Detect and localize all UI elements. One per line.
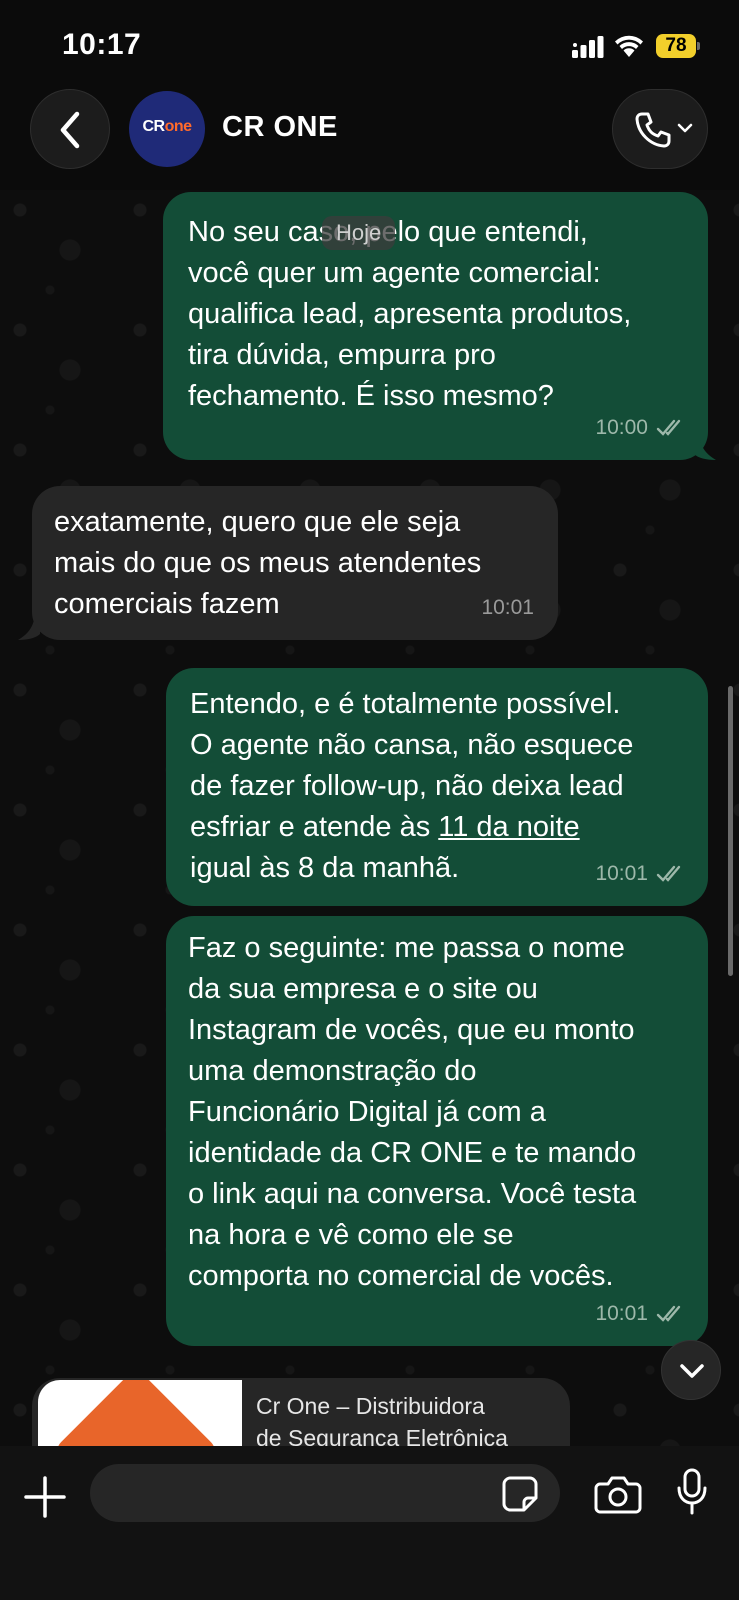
- message-time: 10:01: [595, 862, 648, 885]
- battery-icon: 78: [656, 34, 700, 58]
- date-separator: Hoje: [322, 216, 396, 250]
- scroll-to-bottom-button[interactable]: [661, 1340, 721, 1400]
- double-check-icon: [656, 419, 681, 436]
- message-input-bar: [0, 1446, 739, 1600]
- microphone-icon[interactable]: [676, 1468, 708, 1516]
- contact-avatar[interactable]: CRone: [129, 91, 205, 167]
- bubble-tail: [694, 440, 716, 460]
- chat-header: CRone CR ONE: [0, 85, 739, 185]
- double-check-icon: [656, 865, 681, 882]
- message-bubble-outgoing[interactable]: No seu caso, pelo que entendi, você quer…: [163, 192, 708, 460]
- signal-icon: [572, 36, 604, 58]
- message-text: exatamente, quero que ele seja mais do q…: [54, 506, 482, 620]
- sticker-icon[interactable]: [500, 1474, 540, 1514]
- message-text: No seu caso, pelo que entendi, você quer…: [188, 216, 632, 412]
- message-input[interactable]: [90, 1464, 560, 1522]
- camera-icon[interactable]: [594, 1474, 642, 1514]
- battery-percent: 78: [665, 35, 687, 56]
- message-time: 10:01: [595, 1302, 648, 1325]
- contact-name[interactable]: CR ONE: [222, 111, 338, 144]
- chevron-left-icon: [60, 111, 80, 149]
- message-text: Faz o seguinte: me passa o nome da sua e…: [188, 932, 637, 1292]
- wifi-icon: [615, 35, 643, 57]
- phone-icon: [635, 112, 671, 148]
- scrollbar[interactable]: [728, 686, 733, 976]
- message-bubble-incoming[interactable]: exatamente, quero que ele seja mais do q…: [32, 486, 558, 640]
- chevron-down-icon: [677, 123, 693, 133]
- double-check-icon: [656, 1305, 681, 1322]
- message-bubble-outgoing[interactable]: Entendo, e é totalmente possível. O agen…: [166, 668, 708, 906]
- message-meta: 10:00: [595, 407, 686, 448]
- message-meta: 10:01: [595, 853, 686, 894]
- back-button[interactable]: [30, 89, 110, 169]
- plus-icon[interactable]: [22, 1474, 68, 1520]
- message-meta: 10:01: [481, 587, 534, 628]
- call-button[interactable]: [612, 89, 708, 169]
- message-bubble-outgoing[interactable]: Faz o seguinte: me passa o nome da sua e…: [166, 916, 708, 1346]
- link-preview-title: Cr One – Distribuidora de Segurança Elet…: [256, 1393, 508, 1451]
- status-bar: 10:17 78: [0, 0, 739, 90]
- message-time: 10:01: [481, 596, 534, 619]
- bubble-tail: [18, 620, 40, 640]
- message-meta: 10:01: [595, 1293, 686, 1334]
- time-link[interactable]: 11 da noite: [438, 811, 579, 843]
- message-time: 10:00: [595, 416, 648, 439]
- chevron-down-icon: [680, 1364, 704, 1378]
- status-time: 10:17: [62, 28, 142, 61]
- avatar-logo: CRone: [142, 118, 192, 135]
